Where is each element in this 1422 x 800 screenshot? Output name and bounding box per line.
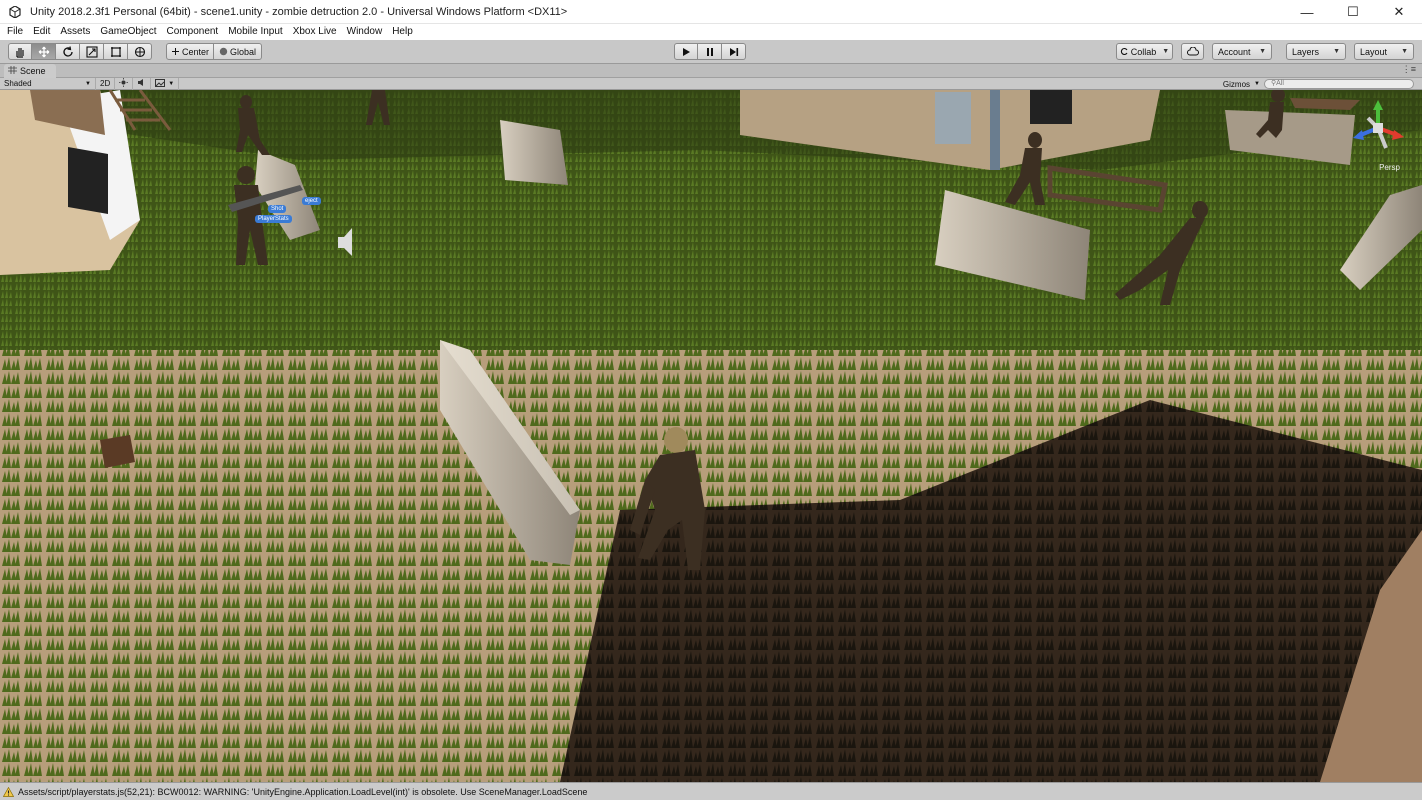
pivot-global-label: Global [229, 46, 256, 57]
scene-grid-icon [8, 66, 17, 76]
layers-group: Layers ▼ [1286, 43, 1346, 60]
scene-view-toolbar: Shaded ▼ 2D ▼ Gizmos ▼ ⚲All [0, 77, 1422, 90]
toggle-2d-label: 2D [100, 79, 111, 88]
step-button[interactable] [722, 43, 746, 60]
scene-tab-bar: Scene ⋮≡ [0, 64, 1422, 78]
gizmos-dropdown[interactable]: Gizmos ▼ [1223, 78, 1260, 90]
cloud-button[interactable] [1181, 43, 1204, 60]
chevron-down-icon: ▼ [1259, 48, 1266, 55]
layout-group: Layout ▼ [1354, 43, 1414, 60]
search-placeholder: All [1276, 80, 1284, 87]
image-icon [155, 78, 166, 89]
menu-window[interactable]: Window [342, 24, 388, 40]
collab-label: Collab [1130, 46, 1157, 57]
scene-label-eject: eject [302, 197, 321, 205]
status-bar[interactable]: Assets/script/playerstats.js(52,21): BCW… [0, 782, 1422, 800]
draw-mode-dropdown[interactable]: Shaded ▼ [0, 77, 96, 90]
rect-tool-button[interactable] [104, 43, 128, 60]
globe-icon [219, 47, 228, 56]
lighting-toggle[interactable] [115, 77, 134, 90]
chevron-down-icon: ▼ [168, 80, 175, 87]
transform-tool-button[interactable] [128, 43, 152, 60]
scene-label-shot: Shot [268, 205, 287, 213]
chevron-down-icon: ▼ [85, 80, 91, 87]
step-icon [729, 47, 739, 57]
menu-bar: File Edit Assets GameObject Component Mo… [0, 24, 1422, 40]
transform-icon [134, 46, 146, 58]
chevron-down-icon: ▼ [1254, 81, 1260, 87]
scene-tab-label: Scene [20, 66, 46, 76]
menu-xbox-live[interactable]: Xbox Live [288, 24, 342, 40]
scale-icon [85, 45, 98, 58]
account-dropdown[interactable]: Account ▼ [1212, 43, 1272, 60]
pivot-center-button[interactable]: Center [166, 43, 214, 60]
cloud-icon [1186, 47, 1199, 56]
hand-tool-button[interactable] [8, 43, 32, 60]
menu-gameobject[interactable]: GameObject [95, 24, 161, 40]
scene-render [0, 90, 1422, 782]
chevron-down-icon: ▼ [1401, 48, 1408, 55]
rotate-icon [62, 45, 74, 58]
draw-mode-label: Shaded [4, 79, 32, 88]
menu-mobile-input[interactable]: Mobile Input [223, 24, 287, 40]
account-group: Account ▼ [1212, 43, 1272, 60]
minimize-button[interactable]: — [1284, 0, 1330, 24]
menu-file[interactable]: File [2, 24, 28, 40]
hierarchy-search-input[interactable]: ⚲All [1264, 79, 1414, 89]
title-bar: Unity 2018.2.3f1 Personal (64bit) - scen… [0, 0, 1422, 24]
pause-icon [705, 47, 715, 57]
maximize-button[interactable]: ☐ [1330, 0, 1376, 24]
gizmos-label: Gizmos [1222, 79, 1251, 89]
menu-component[interactable]: Component [162, 24, 224, 40]
effects-dropdown[interactable]: ▼ [151, 77, 180, 90]
scale-tool-button[interactable] [80, 43, 104, 60]
layers-label: Layers [1292, 46, 1320, 57]
rotate-tool-button[interactable] [56, 43, 80, 60]
audio-toggle[interactable] [133, 77, 152, 90]
chevron-down-icon: ▼ [1333, 48, 1340, 55]
scene-label-playerstats: PlayerStats [255, 215, 292, 223]
menu-assets[interactable]: Assets [55, 24, 95, 40]
pivot-toggles: Center Global [166, 43, 262, 60]
menu-edit[interactable]: Edit [28, 24, 55, 40]
pivot-global-button[interactable]: Global [214, 43, 262, 60]
scene-viewport[interactable]: eject Shot PlayerStats Persp [0, 90, 1422, 782]
pivot-center-label: Center [181, 46, 209, 57]
orientation-gizmo[interactable] [1348, 98, 1408, 173]
warning-icon [3, 786, 14, 797]
play-button[interactable] [674, 43, 698, 60]
pivot-icon [171, 47, 180, 56]
projection-label[interactable]: Persp [1379, 163, 1400, 172]
speaker-icon [137, 78, 146, 89]
layout-label: Layout [1360, 46, 1388, 57]
transform-tools [8, 43, 152, 60]
menu-help[interactable]: Help [387, 24, 418, 40]
hand-icon [14, 46, 26, 58]
close-button[interactable]: ✕ [1376, 0, 1422, 24]
axis-gizmo-icon [1353, 100, 1404, 149]
cloud-group [1181, 43, 1204, 60]
panel-menu-icon[interactable]: ⋮≡ [1402, 64, 1416, 75]
account-label: Account [1218, 46, 1251, 57]
window-title: Unity 2018.2.3f1 Personal (64bit) - scen… [30, 5, 568, 18]
move-tool-button[interactable] [32, 43, 56, 60]
unity-logo-icon [8, 5, 22, 19]
tab-scene[interactable]: Scene [4, 64, 56, 78]
main-toolbar: Center Global Collab ▼ Account ▼ Layers … [0, 40, 1422, 64]
status-message: Assets/script/playerstats.js(52,21): BCW… [18, 786, 588, 797]
collab-icon [1120, 47, 1129, 56]
chevron-down-icon: ▼ [1162, 48, 1170, 55]
toggle-2d-button[interactable]: 2D [96, 77, 116, 90]
layers-dropdown[interactable]: Layers ▼ [1286, 43, 1346, 60]
sun-icon [119, 78, 129, 89]
collab-button[interactable]: Collab ▼ [1116, 43, 1173, 60]
play-icon [681, 47, 691, 57]
play-controls [674, 43, 746, 60]
pause-button[interactable] [698, 43, 722, 60]
layout-dropdown[interactable]: Layout ▼ [1354, 43, 1414, 60]
collab-group: Collab ▼ [1116, 43, 1173, 60]
rect-icon [110, 46, 122, 58]
move-arrows-icon [38, 46, 50, 58]
